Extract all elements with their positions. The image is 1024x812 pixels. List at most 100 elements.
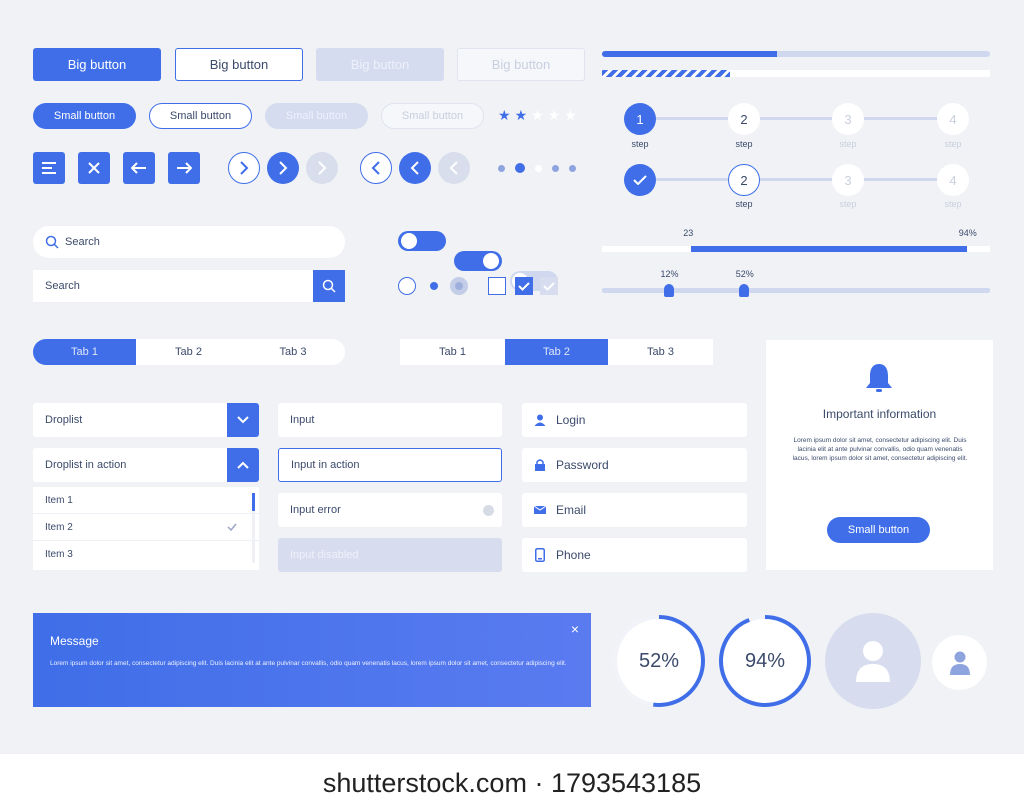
toggle-on[interactable] xyxy=(454,251,502,271)
tab-2[interactable]: Tab 2 xyxy=(505,339,608,365)
login-field[interactable]: Login xyxy=(522,403,747,437)
stepper-2-label-3: step xyxy=(839,199,857,209)
forward-button[interactable] xyxy=(168,152,200,184)
stepper-2-label-2: step xyxy=(735,199,753,209)
prev-button-outlined[interactable] xyxy=(360,152,392,184)
range-slider-min-label: 23 xyxy=(683,228,694,238)
pagination-dot-active[interactable] xyxy=(515,163,525,173)
message-banner: Message Lorem ipsum dolor sit amet, cons… xyxy=(33,613,591,707)
bell-icon xyxy=(866,364,892,392)
star-icon[interactable]: ★ xyxy=(515,107,528,124)
stepper-1-step-1[interactable]: 1 xyxy=(624,103,656,135)
stepper-1-label-2: step xyxy=(735,139,753,149)
toggle-on-left[interactable] xyxy=(398,231,446,251)
search-input-with-button[interactable]: Search xyxy=(33,270,345,302)
star-rating[interactable]: ★ ★ ★ ★ ★ xyxy=(498,107,577,124)
menu-icon xyxy=(42,162,56,174)
checkbox-unchecked[interactable] xyxy=(488,277,506,295)
pagination-dot[interactable] xyxy=(535,164,542,172)
password-field[interactable]: Password xyxy=(522,448,747,482)
check-icon xyxy=(633,175,647,185)
pagination-dot[interactable] xyxy=(569,164,576,172)
chevron-up-icon xyxy=(237,461,249,469)
tab-3[interactable]: Tab 3 xyxy=(241,339,345,365)
checkbox-checked[interactable] xyxy=(515,277,533,295)
stepper-1-step-3[interactable]: 3 xyxy=(832,103,864,135)
search-input-rounded[interactable]: Search xyxy=(33,226,345,258)
stepper-1-step-4[interactable]: 4 xyxy=(937,103,969,135)
big-button-outlined[interactable]: Big button xyxy=(175,48,303,81)
chevron-left-icon xyxy=(371,161,380,175)
droplist-item[interactable]: Item 1 xyxy=(33,487,259,514)
slider-label-2: 52% xyxy=(735,269,754,279)
droplist-menu: Item 1 Item 2 Item 3 xyxy=(33,487,259,570)
tab-1[interactable]: Tab 1 xyxy=(400,339,505,365)
progress-bar-striped-fill xyxy=(602,70,731,77)
radio-unchecked[interactable] xyxy=(398,277,416,295)
message-title: Message xyxy=(50,634,99,648)
avatar-small[interactable] xyxy=(932,635,987,690)
progress-bar-striped xyxy=(602,70,990,77)
input-default[interactable]: Input xyxy=(278,403,502,437)
star-icon[interactable]: ★ xyxy=(531,107,544,124)
input-in-action[interactable]: Input in action xyxy=(278,448,502,482)
scrollbar[interactable] xyxy=(252,493,255,563)
slider-handle-2[interactable] xyxy=(738,284,749,297)
email-label: Email xyxy=(556,503,587,517)
big-button-disabled-outlined: Big button xyxy=(457,48,585,81)
droplist[interactable]: Droplist xyxy=(33,403,259,437)
menu-button[interactable] xyxy=(33,152,65,184)
toggle-knob xyxy=(401,233,417,249)
close-icon[interactable]: × xyxy=(571,621,579,637)
droplist-item[interactable]: Item 3 xyxy=(33,541,259,568)
user-icon xyxy=(534,414,546,426)
slider-track[interactable] xyxy=(602,288,990,293)
stepper-1-step-2[interactable]: 2 xyxy=(728,103,760,135)
stepper-2-label-4: step xyxy=(944,199,962,209)
tab-1[interactable]: Tab 1 xyxy=(33,339,136,365)
star-icon[interactable]: ★ xyxy=(498,107,511,124)
range-slider-track[interactable] xyxy=(602,246,990,252)
droplist-toggle[interactable] xyxy=(227,403,259,437)
chevron-right-icon xyxy=(279,161,288,175)
info-card-button[interactable]: Small button xyxy=(827,517,930,543)
pagination-dot[interactable] xyxy=(498,164,505,172)
droplist-item-selected[interactable]: Item 2 xyxy=(33,514,259,541)
search-icon xyxy=(322,279,336,293)
back-button[interactable] xyxy=(123,152,155,184)
star-icon[interactable]: ★ xyxy=(564,107,577,124)
phone-field[interactable]: Phone xyxy=(522,538,747,572)
next-button-filled[interactable] xyxy=(267,152,299,184)
star-icon[interactable]: ★ xyxy=(548,107,561,124)
stepper-2-step-1[interactable] xyxy=(624,164,656,196)
droplist-toggle[interactable] xyxy=(227,448,259,482)
stepper-2-step-4[interactable]: 4 xyxy=(937,164,969,196)
droplist-label: Droplist in action xyxy=(45,459,127,471)
info-card: Important information Lorem ipsum dolor … xyxy=(766,340,993,570)
next-button-outlined[interactable] xyxy=(228,152,260,184)
input-error[interactable]: Input error xyxy=(278,493,502,527)
small-button-filled[interactable]: Small button xyxy=(33,103,136,129)
pagination-dot[interactable] xyxy=(552,164,559,172)
email-field[interactable]: Email xyxy=(522,493,747,527)
pagination-dots[interactable] xyxy=(498,163,576,173)
stepper-1-label-3: step xyxy=(839,139,857,149)
stepper-1-track xyxy=(656,117,938,120)
stepper-2-step-2[interactable]: 2 xyxy=(728,164,760,196)
small-button-outlined[interactable]: Small button xyxy=(149,103,252,129)
radio-checked[interactable] xyxy=(430,282,438,290)
big-button-filled[interactable]: Big button xyxy=(33,48,161,81)
search-button[interactable] xyxy=(313,270,345,302)
toggle-knob xyxy=(483,253,499,269)
close-button[interactable] xyxy=(78,152,110,184)
avatar-large[interactable] xyxy=(825,613,921,709)
tab-3[interactable]: Tab 3 xyxy=(608,339,713,365)
droplist-open[interactable]: Droplist in action xyxy=(33,448,259,482)
prev-button-filled[interactable] xyxy=(399,152,431,184)
tab-2[interactable]: Tab 2 xyxy=(136,339,241,365)
phone-icon xyxy=(535,548,545,562)
slider-handle-1[interactable] xyxy=(663,284,674,297)
scrollbar-thumb[interactable] xyxy=(252,493,255,511)
next-button-disabled xyxy=(306,152,338,184)
stepper-2-step-3[interactable]: 3 xyxy=(832,164,864,196)
